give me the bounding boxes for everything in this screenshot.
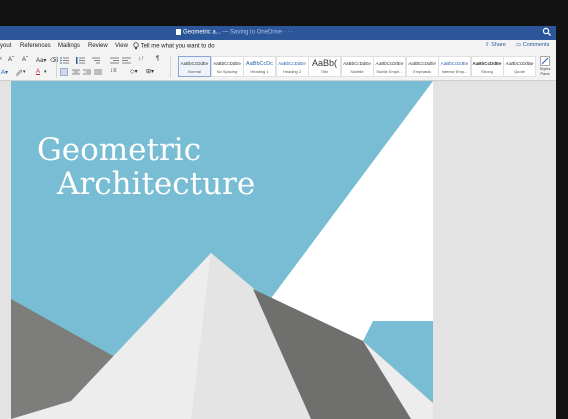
font-grow-button[interactable]: Aˆ: [8, 57, 14, 63]
style-name: Normal: [188, 69, 201, 74]
share-icon: ⇪: [485, 42, 490, 48]
style-name: Strong: [481, 69, 493, 74]
numbering-icon[interactable]: [76, 57, 86, 64]
title-bar: Geometric a... — Saving to OneDrive · · …: [0, 26, 556, 40]
document-title: Geometric a... — Saving to OneDrive · · …: [176, 29, 293, 36]
highlight-icon[interactable]: 🖉: [16, 69, 22, 79]
search-icon[interactable]: [542, 27, 552, 37]
tab-mailings[interactable]: Mailings: [58, 43, 80, 49]
ribbon-home: ᶜ Aˆ Aˇ Aa▾ ⌫ A▾ 🖉 ▾ A ▾ ↓↑ ¶ ↕≡ ◇▾ ⊞▾ A…: [0, 54, 556, 81]
lightbulb-icon: [133, 42, 139, 50]
style-tile[interactable]: AaBbCcDdEe Emphasis: [405, 56, 439, 77]
multilevel-list-icon[interactable]: [91, 57, 101, 64]
borders-icon[interactable]: ⊞▾: [146, 68, 154, 75]
document-canvas[interactable]: Geometric Architecture: [0, 81, 556, 419]
change-case-icon[interactable]: Aa▾: [36, 57, 46, 64]
comments-label: Comments: [522, 42, 550, 48]
style-name: Emphasis: [413, 69, 431, 74]
comment-icon: ▭: [516, 42, 522, 48]
tab-review[interactable]: Review: [88, 43, 108, 49]
share-button[interactable]: ⇪ Share: [485, 42, 506, 48]
tab-layout[interactable]: yout: [0, 43, 11, 49]
style-tile[interactable]: AaBbCcDdEe Heading 2: [275, 56, 309, 77]
style-name: No Spacing: [216, 69, 238, 74]
style-tile[interactable]: AaBbCcDdEe Subtle Emph...: [373, 56, 406, 77]
style-sample: AaBbCcDc: [246, 61, 273, 67]
bullets-icon[interactable]: [60, 57, 70, 64]
style-name: Title: [320, 69, 329, 74]
font-shrink-button[interactable]: Aˇ: [22, 57, 28, 63]
line-spacing-icon[interactable]: ↕≡: [110, 68, 117, 74]
style-name: Heading 2: [282, 69, 302, 74]
highlight-dropdown-icon[interactable]: ▾: [23, 69, 26, 75]
justify-icon[interactable]: [94, 69, 102, 75]
font-color-button[interactable]: A: [36, 69, 40, 75]
style-sample: AaBbCcDdEe: [472, 61, 502, 66]
ribbon-separator: [56, 56, 57, 78]
share-label: Share: [491, 42, 506, 48]
style-name: Intense Emp...: [441, 69, 468, 74]
cover-title-line1: Geometric: [37, 132, 202, 168]
document-page[interactable]: Geometric Architecture: [11, 81, 433, 419]
style-sample: AaBb(: [311, 58, 337, 68]
align-left-button[interactable]: [60, 68, 68, 76]
styles-pane-label: Styles Pane: [539, 66, 551, 76]
style-name: Subtitle: [350, 69, 364, 74]
style-name: Subtle Emph...: [376, 69, 403, 74]
tab-references[interactable]: References: [20, 43, 51, 49]
style-tile[interactable]: AaBbCcDc Heading 1: [243, 56, 276, 77]
style-tile[interactable]: AaBbCcDdEe Subtitle: [340, 56, 374, 77]
increase-indent-icon[interactable]: [122, 57, 131, 64]
cover-title-line2: Architecture: [57, 166, 256, 202]
comments-button[interactable]: ▭ Comments: [516, 42, 549, 48]
tell-me-search[interactable]: Tell me what you want to do: [133, 42, 215, 50]
style-tile[interactable]: AaBbCcDdEe Intense Emp...: [438, 56, 471, 77]
align-right-icon[interactable]: [83, 69, 91, 75]
ribbon-separator: [170, 56, 171, 78]
style-sample: AaBbCcDdEe: [343, 61, 371, 66]
shading-icon[interactable]: ◇▾: [130, 68, 138, 75]
style-tile[interactable]: AaBbCcDdEe Strong: [470, 56, 504, 77]
cover-title: Geometric Architecture: [37, 133, 255, 201]
tab-view[interactable]: View: [115, 43, 128, 49]
styles-pane-button[interactable]: Styles Pane: [536, 56, 554, 79]
style-sample: AaBbCcDdEe: [278, 61, 306, 66]
text-effects-icon[interactable]: A▾: [1, 69, 8, 76]
save-status: — Saving to OneDrive · · ·: [220, 29, 294, 36]
style-tile[interactable]: AaBbCcDdEe No Spacing: [210, 56, 244, 77]
style-sample: AaBbCcDdEe: [408, 61, 436, 66]
sort-icon[interactable]: ↓↑: [138, 56, 144, 62]
style-sample: AaBbCcDdEe: [375, 61, 404, 66]
style-name: Quote: [514, 69, 525, 74]
document-name: Geometric a...: [183, 29, 221, 36]
style-name: Heading 1: [250, 69, 269, 74]
document-icon: [176, 29, 181, 35]
style-sample: AaBbCcDdEe: [440, 61, 469, 66]
style-sample: AaBbCcDdEe: [213, 61, 241, 66]
style-sample: AaBbCcDdEe: [180, 61, 209, 66]
tell-me-text: Tell me what you want to do: [140, 43, 215, 50]
clear-formatting-icon[interactable]: ⌫: [50, 57, 58, 64]
pilcrow-button[interactable]: ¶: [156, 56, 159, 62]
style-tile[interactable]: AaBb(Title: [308, 56, 341, 77]
align-center-icon[interactable]: [72, 69, 80, 75]
styles-pane-icon: [540, 56, 550, 66]
clear-format-icon[interactable]: ᶜ: [0, 57, 2, 63]
font-color-dropdown-icon[interactable]: ▾: [44, 69, 47, 75]
menu-bar: yout References Mailings Review View Tel…: [0, 40, 556, 54]
decrease-indent-icon[interactable]: [110, 57, 119, 64]
gallery-more-icon[interactable]: ›: [530, 62, 532, 68]
style-tile[interactable]: AaBbCcDdEe Normal: [178, 56, 211, 77]
word-window: Geometric a... — Saving to OneDrive · · …: [0, 26, 556, 419]
